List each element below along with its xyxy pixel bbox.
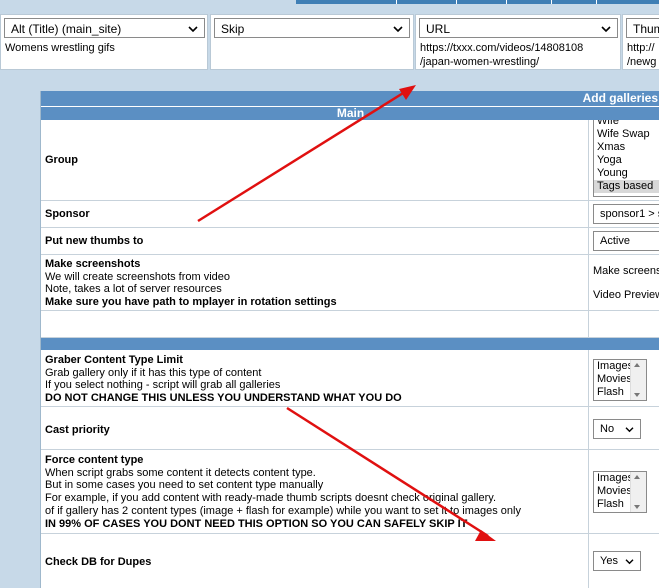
check-dupes-select[interactable]: Yes [593, 551, 641, 571]
scroll-up-arrow-icon[interactable] [634, 475, 640, 479]
chevron-down-icon [625, 427, 634, 433]
row-sponsor: Sponsor sponsor1 > s [41, 201, 659, 228]
panel-title: Add galleries [41, 91, 659, 106]
mapping-select-value: Skip [221, 22, 245, 36]
graber-desc-2: If you select nothing - script will grab… [45, 379, 281, 392]
screenshots-desc-1: We will create screenshots from video [45, 270, 231, 283]
chevron-down-icon [393, 26, 403, 33]
group-label: Group [45, 154, 78, 166]
cast-priority-select[interactable]: No [593, 419, 641, 439]
cast-priority-label: Cast priority [45, 424, 110, 436]
scroll-up-arrow-icon[interactable] [634, 363, 640, 367]
row-group: Group Wife Wife Swap Xmas Yoga Young Tag… [41, 120, 659, 201]
row-empty [41, 311, 659, 338]
row-check-dupes: Check DB for Dupes Yes [41, 534, 659, 588]
force-desc-3: For example, if you add content with rea… [45, 492, 497, 505]
chevron-down-icon [625, 559, 634, 565]
screenshots-title: Make screenshots [45, 258, 141, 270]
put-thumbs-select-value: Active [600, 235, 630, 247]
import-column-mapping: Alt (Title) (main_site) Womens wrestling… [0, 14, 659, 70]
mapping-sample-value: Womens wrestling gifs [5, 42, 115, 54]
screenshots-warning: Make sure you have path to mplayer in ro… [45, 296, 337, 309]
group-option[interactable]: Young [594, 167, 659, 180]
force-desc-4: of if gallery has 2 content types (image… [45, 504, 521, 517]
sponsor-select-value: sponsor1 > s [600, 208, 659, 220]
force-title: Force content type [45, 454, 144, 466]
scroll-down-arrow-icon[interactable] [634, 393, 640, 397]
mapping-select-value: URL [426, 22, 451, 36]
check-dupes-label: Check DB for Dupes [45, 556, 152, 568]
group-option[interactable]: Yoga [594, 154, 659, 167]
mapping-select-2[interactable]: Skip [214, 18, 410, 38]
mapping-select-value: Alt (Title) (main_site) [11, 22, 122, 36]
force-content-listbox[interactable]: Images Movies Flash [593, 471, 647, 513]
add-galleries-panel: Add galleries Main Group Wife Wife Swap … [40, 91, 659, 588]
group-option[interactable]: Wife Swap [594, 128, 659, 141]
group-option[interactable]: Xmas [594, 141, 659, 154]
mapping-column-1: Alt (Title) (main_site) Womens wrestling… [0, 14, 208, 70]
section-main-header: Main [41, 107, 659, 120]
mapping-column-4: Thum http:// /newg [622, 14, 659, 70]
video-preview-option[interactable]: Video Preview [593, 289, 659, 301]
mapping-select-1[interactable]: Alt (Title) (main_site) [4, 18, 205, 38]
row-graber-content-type: Graber Content Type Limit Grab gallery o… [41, 350, 659, 407]
chevron-down-icon [601, 26, 611, 33]
make-screenshots-option[interactable]: Make screensh [593, 265, 659, 277]
sponsor-label: Sponsor [45, 208, 90, 220]
graber-title: Graber Content Type Limit [45, 354, 183, 366]
row-make-screenshots: Make screenshots We will create screensh… [41, 255, 659, 311]
mapping-sample-value: https://txxx.com/videos/14808108 /japan-… [420, 42, 584, 68]
graber-content-listbox[interactable]: Images Movies Flash [593, 359, 647, 401]
row-force-content-type: Force content type When script grabs som… [41, 450, 659, 534]
group-listbox[interactable]: Wife Wife Swap Xmas Yoga Young Tags base… [593, 120, 659, 197]
top-nav-tabs [296, 0, 659, 4]
cast-priority-value: No [600, 423, 615, 435]
put-thumbs-label: Put new thumbs to [45, 235, 144, 247]
group-option-selected[interactable]: Tags based [594, 180, 659, 193]
force-desc-2: But in some cases you need to set conten… [45, 479, 324, 492]
graber-warning: DO NOT CHANGE THIS UNLESS YOU UNDERSTAND… [45, 392, 402, 405]
mapping-select-3[interactable]: URL [419, 18, 618, 38]
section-divider [41, 338, 659, 350]
mapping-select-value: Thum [633, 22, 659, 36]
row-put-thumbs: Put new thumbs to Active [41, 228, 659, 255]
mapping-select-4[interactable]: Thum [626, 18, 659, 38]
mapping-sample-value: http:// /newg [627, 42, 657, 68]
chevron-down-icon [188, 26, 198, 33]
force-desc-1: When script grabs some content it detect… [45, 466, 316, 479]
put-thumbs-select[interactable]: Active [593, 231, 659, 251]
check-dupes-value: Yes [600, 555, 618, 567]
mapping-column-2: Skip [210, 14, 414, 70]
sponsor-select[interactable]: sponsor1 > s [593, 204, 659, 224]
screenshots-desc-2: Note, takes a lot of server resources [45, 283, 222, 296]
mapping-column-3: URL https://txxx.com/videos/14808108 /ja… [415, 14, 621, 70]
listbox-scrollbar[interactable] [630, 360, 646, 400]
group-option[interactable]: Wife [594, 120, 659, 128]
force-warning: IN 99% OF CASES YOU DONT NEED THIS OPTIO… [45, 517, 468, 530]
listbox-scrollbar[interactable] [630, 472, 646, 512]
row-cast-priority: Cast priority No [41, 407, 659, 450]
graber-desc-1: Grab gallery only if it has this type of… [45, 366, 262, 379]
scroll-down-arrow-icon[interactable] [634, 505, 640, 509]
